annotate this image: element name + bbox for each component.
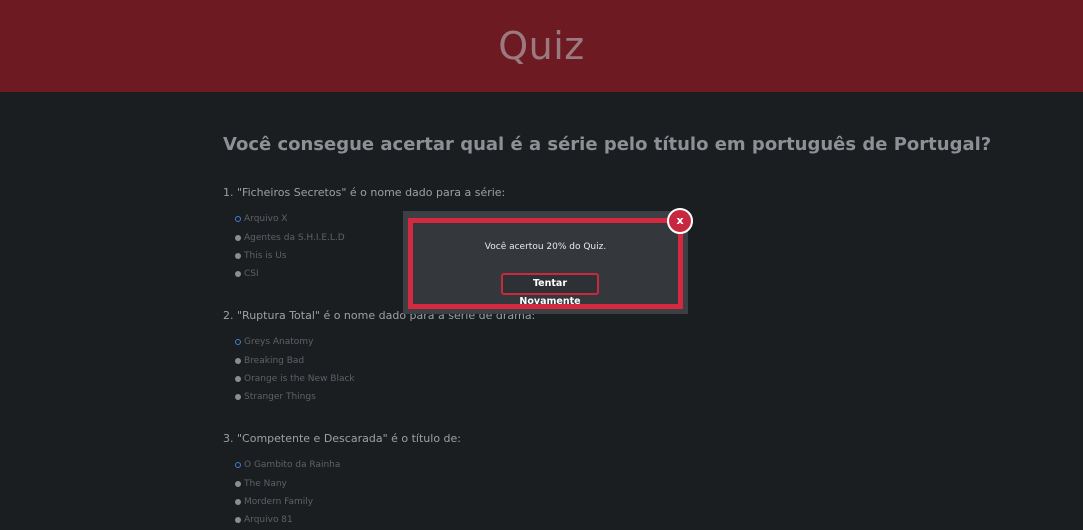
question-text: 3. "Competente e Descarada" é o título d… xyxy=(223,432,462,445)
close-modal-button[interactable]: x xyxy=(667,208,693,234)
option-label: Greys Anatomy xyxy=(244,337,314,348)
option-item[interactable]: Orange is the New Black xyxy=(235,370,355,388)
option-label: Arquivo 81 xyxy=(244,515,293,526)
option-item[interactable]: Arquivo X xyxy=(235,210,345,228)
options-list: Arquivo X Agentes da S.H.I.E.L.D This is… xyxy=(235,210,345,284)
option-item[interactable]: Greys Anatomy xyxy=(235,333,355,351)
option-item[interactable]: CSI xyxy=(235,265,345,283)
option-label: Arquivo X xyxy=(244,214,288,225)
option-item[interactable]: Agentes da S.H.I.E.L.D xyxy=(235,228,345,246)
option-item[interactable]: Arquivo 81 xyxy=(235,511,340,529)
retry-button[interactable]: Tentar Novamente xyxy=(501,273,599,307)
option-item[interactable]: Stranger Things xyxy=(235,388,355,406)
option-item[interactable]: Mordern Family xyxy=(235,493,340,511)
result-modal-body: Você acertou 20% do Quiz. Tentar Novamen… xyxy=(408,218,683,309)
option-label: CSI xyxy=(244,269,259,280)
radio-selected-icon[interactable] xyxy=(235,462,241,469)
page-header: Quiz xyxy=(0,0,1083,92)
options-list: O Gambito da Rainha The Nany Mordern Fam… xyxy=(235,456,340,530)
radio-icon[interactable] xyxy=(235,234,241,241)
result-modal: Você acertou 20% do Quiz. Tentar Novamen… xyxy=(403,211,688,314)
radio-selected-icon[interactable] xyxy=(235,339,241,346)
option-label: O Gambito da Rainha xyxy=(244,460,341,471)
radio-icon[interactable] xyxy=(235,480,241,487)
radio-icon[interactable] xyxy=(235,252,241,259)
question-3: 3. "Competente e Descarada" é o título d… xyxy=(223,432,923,525)
radio-icon[interactable] xyxy=(235,517,241,524)
radio-icon[interactable] xyxy=(235,498,241,505)
question-1: 1. "Ficheiros Secretos" é o nome dado pa… xyxy=(223,186,923,279)
question-text: 1. "Ficheiros Secretos" é o nome dado pa… xyxy=(223,186,506,199)
option-label: The Nany xyxy=(244,478,287,489)
option-item[interactable]: The Nany xyxy=(235,474,340,492)
options-list: Greys Anatomy Breaking Bad Orange is the… xyxy=(235,333,355,407)
option-item[interactable]: O Gambito da Rainha xyxy=(235,456,340,474)
option-item[interactable]: This is Us xyxy=(235,247,345,265)
option-label: This is Us xyxy=(244,250,287,261)
radio-icon[interactable] xyxy=(235,357,241,364)
option-label: Orange is the New Black xyxy=(244,373,355,384)
page-title: Quiz xyxy=(498,24,585,68)
radio-selected-icon[interactable] xyxy=(235,216,241,223)
radio-icon[interactable] xyxy=(235,394,241,401)
option-label: Breaking Bad xyxy=(244,355,305,366)
option-label: Stranger Things xyxy=(244,392,316,403)
result-message: Você acertou 20% do Quiz. xyxy=(484,242,607,252)
option-item[interactable]: Breaking Bad xyxy=(235,351,355,369)
option-label: Mordern Family xyxy=(244,496,314,507)
quiz-subtitle: Você consegue acertar qual é a série pel… xyxy=(223,134,992,155)
radio-icon[interactable] xyxy=(235,375,241,382)
option-label: Agentes da S.H.I.E.L.D xyxy=(244,232,345,243)
radio-icon[interactable] xyxy=(235,271,241,278)
